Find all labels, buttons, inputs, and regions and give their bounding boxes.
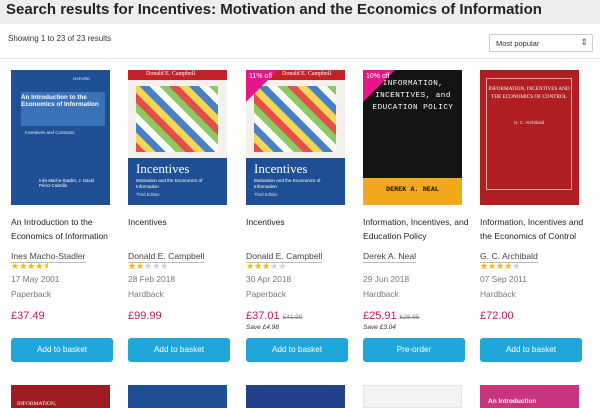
star-icon: ★ — [278, 261, 287, 271]
star-icon: ★ — [19, 261, 28, 271]
original-price: £41.99 — [282, 314, 303, 321]
price: £37.49 — [11, 310, 45, 322]
add-to-basket-button[interactable]: Add to basket — [128, 338, 230, 362]
page-title: Search results for Incentives: Motivatio… — [6, 1, 542, 18]
book-title-link[interactable]: Information, Incentives, and Education P… — [363, 215, 475, 243]
original-price: £28.95 — [399, 314, 420, 321]
current-price: £37.01 — [246, 310, 280, 322]
book-cover-image[interactable]: INFORMATION, INCENTIVES AND THE ECONOMIC… — [480, 70, 579, 205]
star-icon: ★ — [246, 261, 255, 271]
book-cover-image[interactable] — [363, 385, 462, 408]
book-card: INFORMATION, INCENTIVES, and EDUCATION P… — [363, 70, 469, 370]
star-rating: ★★★★★ — [128, 261, 168, 271]
star-icon: ★ — [160, 261, 169, 271]
star-icon: ★ — [254, 261, 263, 271]
results-count: Showing 1 to 23 of 23 results — [8, 34, 112, 43]
book-cover-image[interactable]: An Introduction — [480, 385, 579, 408]
book-title-link[interactable]: Incentives — [246, 215, 358, 229]
publish-date: 29 Jun 2018 — [363, 274, 410, 284]
publish-date: 30 Apr 2018 — [246, 274, 292, 284]
star-icon: ★ — [512, 261, 521, 271]
book-format: Paperback — [246, 289, 287, 299]
book-card: OXFORD An Introduction to the Economics … — [11, 70, 117, 370]
discount-tag-label: 10% off — [366, 73, 390, 80]
add-to-basket-button[interactable]: Add to basket — [480, 338, 582, 362]
saving-text: Save £3.04 — [363, 324, 396, 331]
chevron-updown-icon: ⇕ — [580, 37, 588, 47]
book-title-link[interactable]: An Introduction to the Economics of Info… — [11, 215, 123, 243]
price: £37.01 £41.99 — [246, 310, 303, 322]
star-rating: ★★★★⯨ — [11, 261, 48, 271]
book-cover-image[interactable] — [128, 385, 227, 408]
price: £99.99 — [128, 310, 162, 322]
author-link[interactable]: Derek A. Neal — [363, 250, 417, 263]
book-card: Donald E. Campbell Incentives Motivation… — [128, 70, 234, 370]
sort-selected-label: Most popular — [496, 39, 540, 48]
pre-order-button[interactable]: Pre-order — [363, 338, 465, 362]
star-rating: ★★★★★ — [480, 261, 520, 271]
book-cover-image[interactable]: Donald E. Campbell Incentives Motivation… — [246, 70, 345, 205]
publish-date: 28 Feb 2018 — [128, 274, 176, 284]
book-card: Donald E. Campbell Incentives Motivation… — [246, 70, 352, 370]
price: £25.91 £28.95 — [363, 310, 420, 322]
book-cover-image[interactable]: INFORMATION, — [11, 385, 110, 408]
star-icon: ★ — [480, 261, 489, 271]
book-format: Hardback — [363, 289, 399, 299]
book-cover-image[interactable]: OXFORD An Introduction to the Economics … — [11, 70, 110, 205]
discount-tag-label: 11% off — [249, 73, 273, 80]
star-icon: ★ — [128, 261, 137, 271]
saving-text: Save £4.98 — [246, 324, 279, 331]
book-cover-image[interactable]: Donald E. Campbell Incentives Motivation… — [128, 70, 227, 205]
star-icon: ★ — [136, 261, 145, 271]
price: £72.00 — [480, 310, 514, 322]
publish-date: 07 Sep 2011 — [480, 274, 527, 284]
star-icon: ★ — [11, 261, 20, 271]
book-cover-image[interactable]: INFORMATION, INCENTIVES, and EDUCATION P… — [363, 70, 462, 205]
star-rating: ★★★★★ — [246, 261, 286, 271]
half-star-icon: ⯨ — [43, 261, 49, 271]
publish-date: 17 May 2001 — [11, 274, 60, 284]
star-icon: ★ — [488, 261, 497, 271]
sort-dropdown[interactable]: Most popular ⇕ — [489, 34, 593, 52]
book-format: Paperback — [11, 289, 52, 299]
book-title-link[interactable]: Information, Incentives and the Economic… — [480, 215, 592, 243]
book-format: Hardback — [480, 289, 516, 299]
add-to-basket-button[interactable]: Add to basket — [11, 338, 113, 362]
add-to-basket-button[interactable]: Add to basket — [246, 338, 348, 362]
book-format: Hardback — [128, 289, 164, 299]
book-title-link[interactable]: Incentives — [128, 215, 240, 229]
divider — [0, 58, 600, 59]
book-cover-image[interactable] — [246, 385, 345, 408]
book-card: INFORMATION, INCENTIVES AND THE ECONOMIC… — [480, 70, 586, 370]
current-price: £25.91 — [363, 310, 397, 322]
